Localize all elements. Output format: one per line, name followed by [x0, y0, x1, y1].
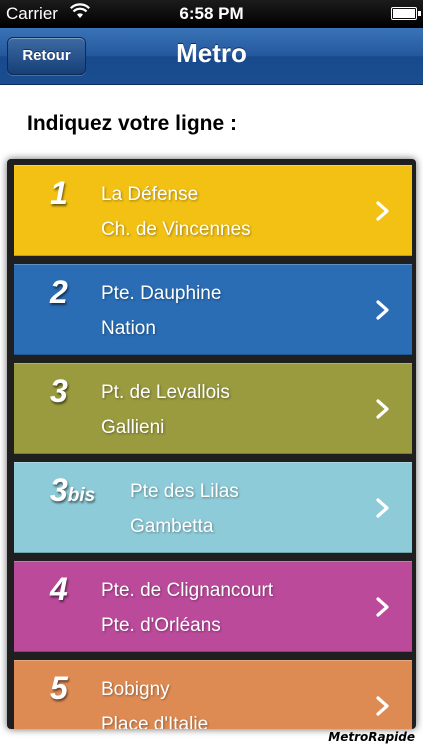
station-from: Pte. de Clignancourt [101, 580, 274, 601]
station-to: Gallieni [101, 417, 165, 438]
station-to: Gambetta [130, 516, 214, 537]
station-to: Nation [101, 318, 156, 339]
line-prompt: Indiquez votre ligne : [27, 112, 238, 135]
line-row-2[interactable]: 2 Pte. Dauphine Nation [14, 264, 412, 355]
status-time: 6:58 PM [179, 4, 244, 23]
chevron-right-icon [376, 498, 389, 518]
chevron-right-icon [376, 201, 389, 221]
line-stations: La Défense Ch. de Vincennes [101, 177, 251, 247]
line-number: 3 [50, 373, 68, 409]
line-row-3[interactable]: 3 Pt. de Levallois Gallieni [14, 363, 412, 454]
line-number: 4 [50, 571, 68, 607]
station-from: Bobigny [101, 679, 170, 700]
station-to: Pte. d'Orléans [101, 615, 221, 636]
line-row-5[interactable]: 5 Bobigny Place d'Italie [14, 660, 412, 729]
app-brand: MetroRapide [328, 730, 415, 744]
line-stations: Pte. de Clignancourt Pte. d'Orléans [101, 573, 273, 643]
station-from: La Défense [101, 184, 199, 205]
station-from: Pt. de Levallois [101, 382, 230, 403]
line-number: 2 [50, 274, 68, 310]
line-number: 3bis [50, 472, 96, 508]
station-from: Pte des Lilas [130, 481, 239, 502]
navigation-bar: Retour Metro [0, 28, 423, 85]
status-bar: Carrier 6:58 PM [0, 0, 423, 28]
metro-line-list: 1 La Défense Ch. de Vincennes 2 Pte. Dau… [7, 159, 416, 729]
line-row-3bis[interactable]: 3bis Pte des Lilas Gambetta [14, 462, 412, 553]
line-stations: Bobigny Place d'Italie [101, 672, 208, 729]
line-number: 1 [50, 175, 68, 211]
line-stations: Pte. Dauphine Nation [101, 276, 221, 346]
line-stations: Pt. de Levallois Gallieni [101, 375, 230, 445]
line-row-1[interactable]: 1 La Défense Ch. de Vincennes [14, 165, 412, 256]
chevron-right-icon [376, 300, 389, 320]
battery-icon [391, 7, 421, 20]
chevron-right-icon [376, 696, 389, 716]
chevron-right-icon [376, 399, 389, 419]
station-from: Pte. Dauphine [101, 283, 222, 304]
line-row-4[interactable]: 4 Pte. de Clignancourt Pte. d'Orléans [14, 561, 412, 652]
page-title: Metro [176, 38, 247, 68]
chevron-right-icon [376, 597, 389, 617]
station-to: Place d'Italie [101, 714, 209, 729]
line-number: 5 [50, 670, 68, 706]
line-stations: Pte des Lilas Gambetta [130, 474, 239, 544]
station-to: Ch. de Vincennes [101, 219, 251, 240]
